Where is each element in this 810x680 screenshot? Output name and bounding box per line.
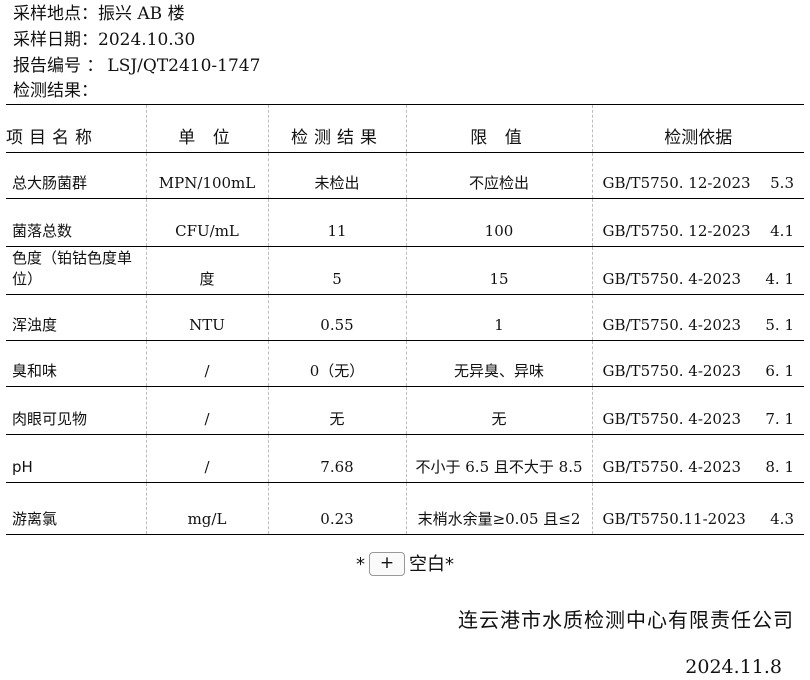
cell-limit: 无 <box>405 386 592 435</box>
basis-clause: 6. 1 <box>765 362 794 380</box>
basis-clause: 4.3 <box>770 510 794 528</box>
cell-unit: / <box>145 434 268 483</box>
report-number-label: 报告编号 ： <box>13 56 104 76</box>
cell-result: 11 <box>267 198 406 247</box>
sampling-date-value: 2024.10.30 <box>98 30 196 50</box>
basis-standard: GB/T5750. 12-2023 <box>602 222 751 240</box>
basis-standard: GB/T5750. 4-2023 <box>602 316 742 334</box>
header-unit: 单 位 <box>145 104 268 153</box>
cell-result: 未检出 <box>267 152 406 199</box>
blank-suffix: 空白* <box>409 554 454 575</box>
basis-clause: 4. 1 <box>765 270 794 288</box>
cell-unit: 度 <box>145 246 268 295</box>
results-table: 项目名称 单 位 检测结果 限 值 检测依据 总大肠菌群 MPN/100mL 未检出… <box>6 104 804 535</box>
cell-limit: 1 <box>405 294 592 341</box>
results-label: 检测结果： <box>13 81 98 101</box>
basis-standard: GB/T5750. 4-2023 <box>602 410 742 428</box>
cell-limit: 15 <box>405 246 592 295</box>
table-row: 浑浊度 NTU 0.55 1 GB/T5750. 4-2023 5. 1 <box>6 294 804 341</box>
basis-standard: GB/T5750. 4-2023 <box>602 270 742 288</box>
sampling-location-line: 采样地点：振兴 AB 楼 <box>13 4 185 24</box>
basis-standard: GB/T5750. 4-2023 <box>602 362 742 380</box>
sampling-date-label: 采样日期： <box>13 30 98 50</box>
cell-limit: 100 <box>405 198 592 247</box>
sampling-location-value: 振兴 AB 楼 <box>98 4 185 24</box>
blank-marker: * + 空白* <box>0 550 810 576</box>
header-limit: 限 值 <box>405 104 592 153</box>
header-basis: 检测依据 <box>591 104 804 153</box>
cell-unit: / <box>145 340 268 387</box>
cell-basis: GB/T5750. 4-2023 5. 1 <box>591 294 804 341</box>
cell-unit: NTU <box>145 294 268 341</box>
issue-date: 2024.11.8 <box>685 656 782 678</box>
cell-unit: mg/L <box>145 482 268 535</box>
sampling-location-label: 采样地点： <box>13 4 98 24</box>
table-row: 肉眼可见物 / 无无 GB/T5750. 4-2023 7. 1 <box>6 386 804 435</box>
basis-clause: 8. 1 <box>765 458 794 476</box>
cell-basis: GB/T5750. 4-2023 7. 1 <box>591 386 804 435</box>
cell-unit: / <box>145 386 268 435</box>
cell-result: 0.23 <box>267 482 406 535</box>
cell-item-name: 游离氯 <box>12 510 58 528</box>
basis-clause: 5. 1 <box>765 316 794 334</box>
cell-limit: 不应检出 <box>405 152 592 199</box>
cell-limit: 不小于 6.5 且不大于 8.5 <box>405 434 592 483</box>
header-result: 检测结果 <box>267 104 406 153</box>
cell-limit: 无异臭、异味 <box>405 340 592 387</box>
basis-clause: 4.1 <box>770 222 794 240</box>
table-row: 色度（铂钴色度单位） 度 5 15 GB/T5750. 4-2023 4. 1 <box>6 246 804 295</box>
cell-item-name: 总大肠菌群 <box>12 174 88 192</box>
basis-standard: GB/T5750.11-2023 <box>602 510 746 528</box>
report-number-line: 报告编号 ： LSJ/QT2410-1747 <box>13 56 260 76</box>
report-number-value: LSJ/QT2410-1747 <box>107 56 261 76</box>
cell-unit: MPN/100mL <box>145 152 268 199</box>
basis-clause: 5.3 <box>770 174 794 192</box>
table-header-row: 项目名称 单 位 检测结果 限 值 检测依据 <box>6 104 804 153</box>
basis-standard: GB/T5750. 4-2023 <box>602 458 742 476</box>
cell-unit: CFU/mL <box>145 198 268 247</box>
cell-item-name: 浑浊度 <box>12 316 58 334</box>
blank-prefix: * <box>356 554 365 575</box>
table-row: 菌落总数 CFU/mL 11 100 GB/T5750. 12-2023 4.1 <box>6 198 804 247</box>
cell-item-name: 色度（铂钴色度单位） <box>12 249 133 288</box>
cell-basis: GB/T5750. 4-2023 8. 1 <box>591 434 804 483</box>
cell-item-name: 菌落总数 <box>12 222 73 240</box>
cell-limit: 末梢水余量≥0.05 且≤2 <box>405 482 592 535</box>
cell-result: 0.55 <box>267 294 406 341</box>
cell-item-name: 臭和味 <box>12 362 58 380</box>
basis-standard: GB/T5750. 12-2023 <box>602 174 751 192</box>
cell-basis: GB/T5750. 4-2023 4. 1 <box>591 246 804 295</box>
company-name: 连云港市水质检测中心有限责任公司 <box>458 608 794 632</box>
table-row: 游离氯 mg/L 0.23 末梢水余量≥0.05 且≤2 GB/T5750.11-202… <box>6 482 804 535</box>
sampling-date-line: 采样日期：2024.10.30 <box>13 30 195 50</box>
cell-result: 无 <box>267 386 406 435</box>
table-row: 总大肠菌群 MPN/100mL 未检出 不应检出 GB/T5750. 12-2023 5.… <box>6 152 804 199</box>
header-item-name: 项目名称 <box>6 104 146 153</box>
cell-result: 5 <box>267 246 406 295</box>
cell-basis: GB/T5750.11-2023 4.3 <box>591 482 804 535</box>
cell-item-name: pH <box>12 458 33 476</box>
table-row: 臭和味 /0（无） 无异臭、异味 GB/T5750. 4-2023 6. 1 <box>6 340 804 387</box>
cell-basis: GB/T5750. 12-2023 5.3 <box>591 152 804 199</box>
cell-basis: GB/T5750. 12-2023 4.1 <box>591 198 804 247</box>
basis-clause: 7. 1 <box>765 410 794 428</box>
cell-result: 7.68 <box>267 434 406 483</box>
cell-item-name: 肉眼可见物 <box>12 410 88 428</box>
table-row: pH /7.68 不小于 6.5 且不大于 8.5 GB/T5750. 4-2023 8… <box>6 434 804 483</box>
cell-result: 0（无） <box>267 340 406 387</box>
add-button[interactable]: + <box>369 552 405 576</box>
cell-basis: GB/T5750. 4-2023 6. 1 <box>591 340 804 387</box>
